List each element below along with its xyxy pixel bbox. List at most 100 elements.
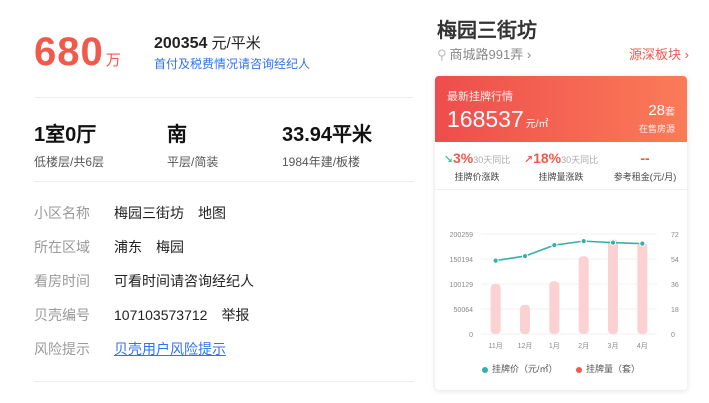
market-chart-svg: 200259 150194 100129 50064 0 72 54 36 18 0 11月 12月 1…	[450, 232, 679, 350]
market-price-value: 168537	[447, 106, 524, 132]
y-left-tick-label: 0	[469, 332, 473, 339]
x-tick-label: 2月	[578, 342, 589, 350]
y-right-tick-label: 18	[671, 307, 679, 314]
board-link[interactable]: 源深板块 ›	[629, 44, 689, 63]
x-tick-label: 12月	[518, 342, 533, 350]
map-link[interactable]: 地图	[198, 205, 226, 221]
market-banner: 最新挂牌行情 168537 元/㎡ 28套 在售房源	[435, 76, 687, 142]
detail-label: 贝壳编号	[34, 307, 90, 323]
volume-bar	[520, 304, 530, 334]
stat-volume-change: ↗18%30天同比 挂牌量涨跌	[519, 150, 603, 183]
community-link[interactable]: 梅园三街坊	[114, 205, 184, 221]
trend-down-icon: ↘	[443, 154, 453, 166]
unit-price-unit: 元/平米	[207, 35, 261, 52]
detail-row-risk: 风险提示 贝壳用户风险提示	[34, 338, 414, 372]
listing-count-value: 28	[648, 102, 665, 119]
price-line	[495, 240, 643, 262]
tax-info-link[interactable]: 首付及税费情况请咨询经纪人	[154, 55, 310, 72]
price-section: 680 万 200354 元/平米 首付及税费情况请咨询经纪人	[34, 0, 414, 98]
market-label: 最新挂牌行情	[447, 91, 513, 103]
community-address[interactable]: ⚲ 商城路991弄 ›	[437, 44, 531, 63]
legend-volume-label: 挂牌量（套）	[586, 364, 641, 374]
listing-id: 107103573712	[114, 307, 208, 323]
stat-price-change: ↘3%30天同比 挂牌价涨跌	[435, 150, 519, 183]
stat-value: --	[640, 150, 650, 166]
location-pin-icon: ⚲	[437, 47, 447, 62]
volume-bar	[608, 239, 618, 334]
unit-price: 200354 元/平米	[154, 32, 261, 53]
trend-up-icon: ↗	[523, 154, 534, 166]
volume-bar	[578, 256, 589, 334]
floor-info: 低楼层/共6层	[34, 155, 105, 169]
stat-label: 参考租金(元/月)	[613, 172, 677, 182]
viewing-time: 可看时间请咨询经纪人	[114, 273, 254, 289]
decoration-info: 平层/简装	[167, 155, 219, 169]
stat-label: 挂牌量涨跌	[538, 172, 584, 182]
address-text: 商城路991弄	[449, 47, 524, 62]
detail-row-community: 小区名称 梅园三街坊 地图	[34, 202, 414, 236]
report-link[interactable]: 举报	[221, 307, 249, 323]
stat-compare: 30天同比	[561, 155, 599, 165]
legend-price-label: 挂牌价（元/㎡）	[491, 364, 558, 374]
y-left-tick-label: 100129	[450, 282, 473, 289]
orientation: 南	[167, 124, 187, 146]
chevron-right-icon: ›	[526, 47, 532, 62]
volume-bar	[490, 284, 501, 334]
orientation-block: 南 平层/简装	[167, 118, 218, 170]
stat-value: 3%	[452, 150, 474, 166]
y-left-tick-label: 200259	[450, 232, 473, 239]
price-point	[521, 253, 529, 260]
listing-page: 680 万 200354 元/平米 首付及税费情况请咨询经纪人 1室0厅 低楼层/…	[0, 0, 709, 403]
stat-label: 挂牌价涨跌	[454, 172, 500, 182]
y-right-tick-label: 0	[671, 332, 675, 339]
risk-notice-link[interactable]: 贝壳用户风险提示	[114, 338, 226, 372]
unit-price-value: 200354	[154, 35, 208, 52]
layout-block: 1室0厅 低楼层/共6层	[34, 118, 104, 170]
subdistrict-link[interactable]: 梅园	[156, 239, 184, 255]
total-price: 680 万	[34, 30, 121, 75]
x-tick-label: 4月	[637, 342, 648, 350]
area: 33.94平米	[282, 124, 373, 146]
district-link[interactable]: 浦东	[114, 239, 142, 255]
stat-value: 18%	[533, 150, 562, 166]
x-tick-label: 3月	[608, 342, 619, 350]
detail-label: 风险提示	[34, 341, 90, 357]
build-year: 1984年建/板楼	[282, 155, 361, 169]
price-point	[551, 242, 558, 249]
listing-count[interactable]: 28套	[648, 102, 675, 119]
listing-count-unit: 套	[665, 107, 675, 118]
detail-row-viewing: 看房时间 可看时间请咨询经纪人	[34, 270, 414, 304]
volume-bar	[549, 281, 560, 334]
listing-info: 680 万 200354 元/平米 首付及税费情况请咨询经纪人 1室0厅 低楼层/…	[34, 0, 414, 382]
detail-label: 小区名称	[34, 205, 90, 221]
x-tick-label: 1月	[549, 342, 560, 350]
total-price-value: 680	[34, 30, 104, 74]
price-point	[609, 239, 617, 246]
community-title[interactable]: 梅园三街坊	[437, 14, 537, 43]
chart-legend: 挂牌价（元/㎡） 挂牌量（套）	[435, 362, 687, 375]
legend-price: 挂牌价（元/㎡）	[481, 364, 558, 374]
stat-compare: 30天同比	[473, 155, 511, 165]
detail-list: 小区名称 梅园三街坊 地图 所在区域 浦东 梅园 看房时间 可看时间请咨询经纪人 贝…	[34, 182, 414, 382]
y-right-tick-label: 36	[671, 282, 679, 289]
detail-row-id: 贝壳编号 107103573712 举报	[34, 304, 414, 338]
price-point	[580, 238, 587, 245]
y-left-tick-label: 150194	[450, 257, 473, 264]
house-summary: 1室0厅 低楼层/共6层 南 平层/简装 33.94平米 1984年建/板楼	[34, 98, 414, 182]
price-point	[492, 257, 499, 264]
volume-bar	[637, 242, 648, 334]
stat-rent: -- 参考租金(元/月)	[603, 150, 687, 183]
listing-count-label: 在售房源	[638, 124, 675, 134]
detail-label: 看房时间	[34, 273, 90, 289]
market-price-unit: 元/㎡	[525, 119, 549, 130]
y-right-tick-label: 72	[671, 232, 679, 239]
price-point	[639, 240, 646, 247]
legend-price-dot	[481, 366, 488, 373]
area-block: 33.94平米 1984年建/板楼	[282, 118, 372, 170]
x-tick-label: 11月	[489, 342, 503, 350]
y-right-tick-label: 54	[671, 257, 679, 264]
detail-row-area: 所在区域 浦东 梅园	[34, 236, 414, 270]
legend-volume-dot	[576, 366, 582, 373]
detail-label: 所在区域	[34, 239, 90, 255]
y-left-tick-label: 50064	[454, 307, 474, 314]
